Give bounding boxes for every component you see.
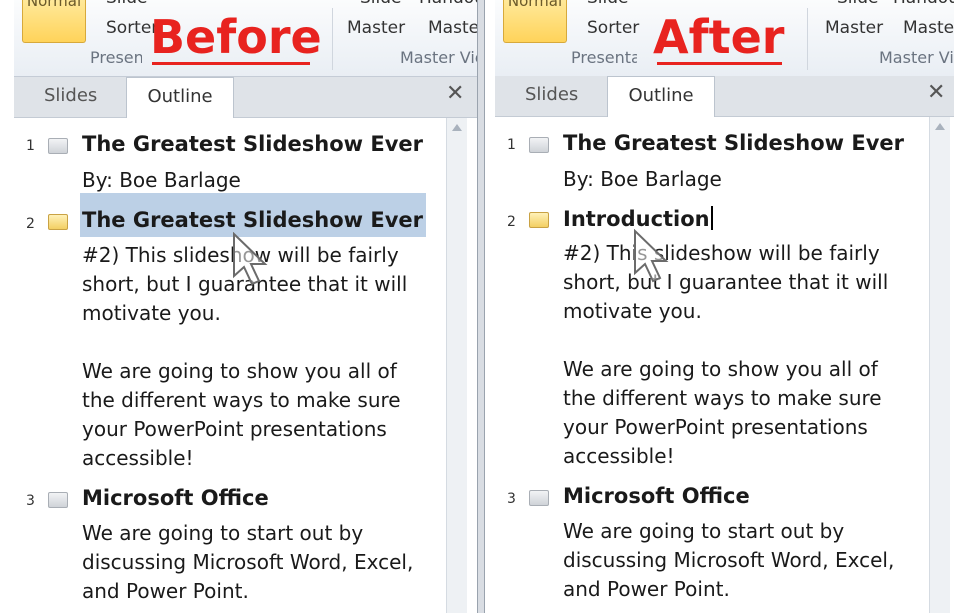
outline-scrollbar[interactable] xyxy=(929,117,950,613)
slide-body[interactable]: By: Boe Barlage xyxy=(82,166,241,195)
tab-outline[interactable]: Outline xyxy=(607,76,715,117)
outline-pane[interactable]: 1 The Greatest Slideshow Ever By: Boe Ba… xyxy=(495,117,954,613)
handout-master-label-line2[interactable]: Master xyxy=(903,18,954,38)
presentation-views-group-label: Presentation Views xyxy=(571,48,637,67)
slide-sorter-label-line1[interactable]: Slide xyxy=(106,0,148,8)
tab-slides[interactable]: Slides xyxy=(525,76,578,116)
after-panel: Normal Slide Sorter Presentation Views A… xyxy=(485,0,954,613)
outline-scrollbar[interactable] xyxy=(446,118,467,613)
panel-tabstrip: Slides Outline ✕ xyxy=(495,76,954,117)
slide-body[interactable]: We are going to start out by discussing … xyxy=(82,519,413,606)
slide-body[interactable]: We are going to start out by discussing … xyxy=(563,517,894,604)
after-label: After xyxy=(653,10,785,64)
slide-title[interactable]: The Greatest Slideshow Ever xyxy=(563,131,904,155)
close-icon[interactable]: ✕ xyxy=(927,80,945,105)
slide-number: 2 xyxy=(507,214,516,230)
slide-sorter-label-line1[interactable]: Slide xyxy=(587,0,629,8)
normal-view-button[interactable]: Normal xyxy=(22,0,86,43)
slide-master-label-line1[interactable]: Slide xyxy=(360,0,402,8)
panel-tabstrip: Slides Outline ✕ xyxy=(14,77,477,118)
master-views-group-label: Master Views xyxy=(400,48,477,67)
slide-number: 1 xyxy=(26,138,35,154)
slide-title-text: Introduction xyxy=(563,207,710,231)
slide-master-label-line2[interactable]: Master xyxy=(347,18,405,38)
before-label: Before xyxy=(150,10,322,64)
ribbon: Normal Slide Sorter Presentation Views B… xyxy=(14,0,477,77)
tab-slides[interactable]: Slides xyxy=(44,77,97,117)
panel-divider xyxy=(477,0,485,613)
tab-outline[interactable]: Outline xyxy=(126,77,234,118)
before-underline xyxy=(152,62,310,65)
after-underline xyxy=(657,62,782,65)
slide-number: 2 xyxy=(26,216,35,232)
handout-master-label-line1[interactable]: Handout xyxy=(419,0,477,8)
slide-icon[interactable] xyxy=(529,137,549,153)
normal-view-label: Normal xyxy=(26,0,82,10)
scroll-up-icon[interactable] xyxy=(452,124,462,131)
before-panel: Normal Slide Sorter Presentation Views B… xyxy=(0,0,477,613)
slide-icon[interactable] xyxy=(48,138,68,154)
presentation-views-group-label: Presentation Views xyxy=(90,48,142,67)
slide-number: 3 xyxy=(26,493,35,509)
slide-icon[interactable] xyxy=(529,490,549,506)
slide-icon[interactable] xyxy=(48,492,68,508)
mouse-pointer-icon xyxy=(634,229,669,283)
slide-body[interactable]: #2) This slideshow will be fairly short,… xyxy=(563,239,888,471)
mouse-pointer-icon xyxy=(233,232,268,286)
ribbon-group-separator xyxy=(332,8,333,70)
normal-view-label: Normal xyxy=(507,0,563,10)
slide-title[interactable]: Microsoft Office xyxy=(563,484,750,508)
slide-title[interactable]: Microsoft Office xyxy=(82,486,269,510)
slide-number: 3 xyxy=(507,491,516,507)
handout-master-label-line1[interactable]: Handout xyxy=(893,0,954,8)
scroll-up-icon[interactable] xyxy=(935,123,945,130)
slide-icon[interactable] xyxy=(529,212,549,228)
handout-master-label-line2[interactable]: Master xyxy=(428,18,477,38)
slide-icon[interactable] xyxy=(48,214,68,230)
slide-sorter-label-line2[interactable]: Sorter xyxy=(587,18,639,38)
master-views-group-label: Master Views xyxy=(879,48,954,67)
outline-pane[interactable]: 1 The Greatest Slideshow Ever By: Boe Ba… xyxy=(14,118,477,613)
slide-master-label-line1[interactable]: Slide xyxy=(837,0,879,8)
slide-title-selected[interactable]: The Greatest Slideshow Ever xyxy=(82,208,423,232)
text-caret xyxy=(710,206,713,230)
slide-title-edited[interactable]: Introduction xyxy=(563,206,713,231)
slide-master-label-line2[interactable]: Master xyxy=(825,18,883,38)
slide-title[interactable]: The Greatest Slideshow Ever xyxy=(82,132,423,156)
ribbon: Normal Slide Sorter Presentation Views A… xyxy=(495,0,954,77)
close-icon[interactable]: ✕ xyxy=(446,81,464,106)
slide-number: 1 xyxy=(507,137,516,153)
slide-body[interactable]: By: Boe Barlage xyxy=(563,165,722,194)
ribbon-group-separator xyxy=(807,8,808,70)
normal-view-button[interactable]: Normal xyxy=(503,0,567,43)
